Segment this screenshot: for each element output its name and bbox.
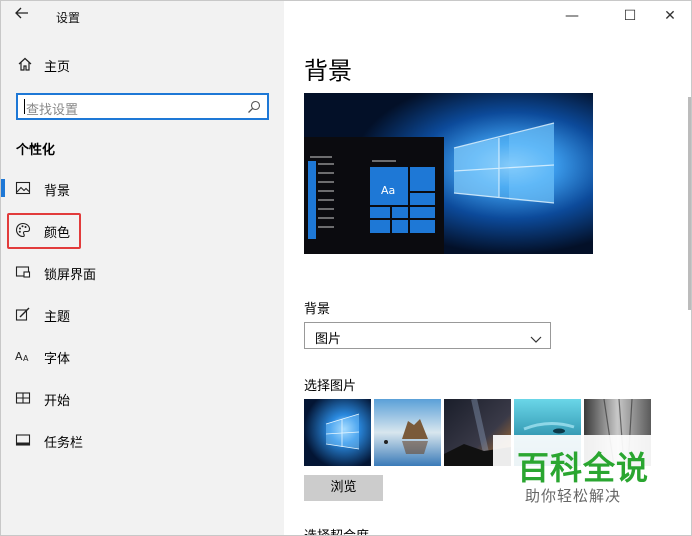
thumbnail-beach[interactable] <box>374 399 441 466</box>
thumbnail-windows[interactable] <box>304 399 371 466</box>
select-value: 图片 <box>315 332 342 347</box>
sidebar-item-taskbar[interactable]: 任务栏 <box>1 425 284 455</box>
background-type-select[interactable]: 图片 <box>304 322 551 349</box>
svg-text:A: A <box>23 354 29 363</box>
page-title: 背景 <box>304 57 352 85</box>
theme-brush-icon <box>15 306 31 322</box>
search-input[interactable]: 查找设置 <box>16 93 269 120</box>
sidebar-item-label: 字体 <box>44 352 71 367</box>
sidebar-item-label: 锁屏界面 <box>44 268 97 283</box>
font-icon: AA <box>15 348 31 364</box>
sidebar-item-fonts[interactable]: AA 字体 <box>1 341 284 371</box>
svg-text:A: A <box>15 350 23 363</box>
sidebar-item-label: 主题 <box>44 310 71 325</box>
background-preview: Aa <box>304 93 593 254</box>
watermark-subtitle: 助你轻松解决 <box>525 487 622 505</box>
settings-window: 设置 主页 查找设置 个性化 背景 颜色 锁屏界面 主题 A A 字体 开始 任… <box>0 0 692 536</box>
taskbar-icon <box>15 432 31 448</box>
text-caret <box>24 99 25 114</box>
picture-icon <box>15 180 31 196</box>
home-icon <box>17 56 33 72</box>
sidebar-item-start[interactable]: 开始 <box>1 383 284 413</box>
search-icon[interactable] <box>247 99 261 113</box>
search-placeholder: 查找设置 <box>26 103 79 118</box>
sidebar: 设置 主页 查找设置 个性化 背景 颜色 锁屏界面 主题 A A 字体 开始 任… <box>1 1 284 535</box>
choose-fit-label: 选择契合度 <box>304 525 369 535</box>
sidebar-item-label: 开始 <box>44 394 71 409</box>
minimize-button[interactable]: — <box>549 3 595 29</box>
chevron-down-icon <box>530 330 542 343</box>
sidebar-item-label: 任务栏 <box>44 436 84 451</box>
preview-tile-label: Aa <box>381 184 395 197</box>
sidebar-item-lock-screen[interactable]: 锁屏界面 <box>1 257 284 287</box>
active-indicator <box>1 179 5 197</box>
highlight-box <box>7 213 81 249</box>
sidebar-item-label: 背景 <box>44 184 71 199</box>
scrollbar[interactable] <box>688 97 691 310</box>
sidebar-item-label: 主页 <box>44 60 71 75</box>
browse-button[interactable]: 浏览 <box>304 475 383 501</box>
close-button[interactable]: ✕ <box>647 3 691 29</box>
watermark-title: 百科全说 <box>517 449 650 487</box>
watermark: 百科全说 助你轻松解决 <box>493 435 663 513</box>
sidebar-item-background[interactable]: 背景 <box>1 173 284 203</box>
sidebar-item-home[interactable]: 主页 <box>1 53 284 77</box>
choose-picture-label: 选择图片 <box>304 379 357 394</box>
section-title: 个性化 <box>16 143 56 158</box>
title-bar: 设置 <box>1 1 284 31</box>
lock-screen-icon <box>15 264 31 280</box>
background-label: 背景 <box>304 302 331 317</box>
sidebar-item-themes[interactable]: 主题 <box>1 299 284 329</box>
back-arrow-icon[interactable] <box>11 5 33 27</box>
start-menu-icon <box>15 390 31 406</box>
window-title: 设置 <box>56 11 81 25</box>
